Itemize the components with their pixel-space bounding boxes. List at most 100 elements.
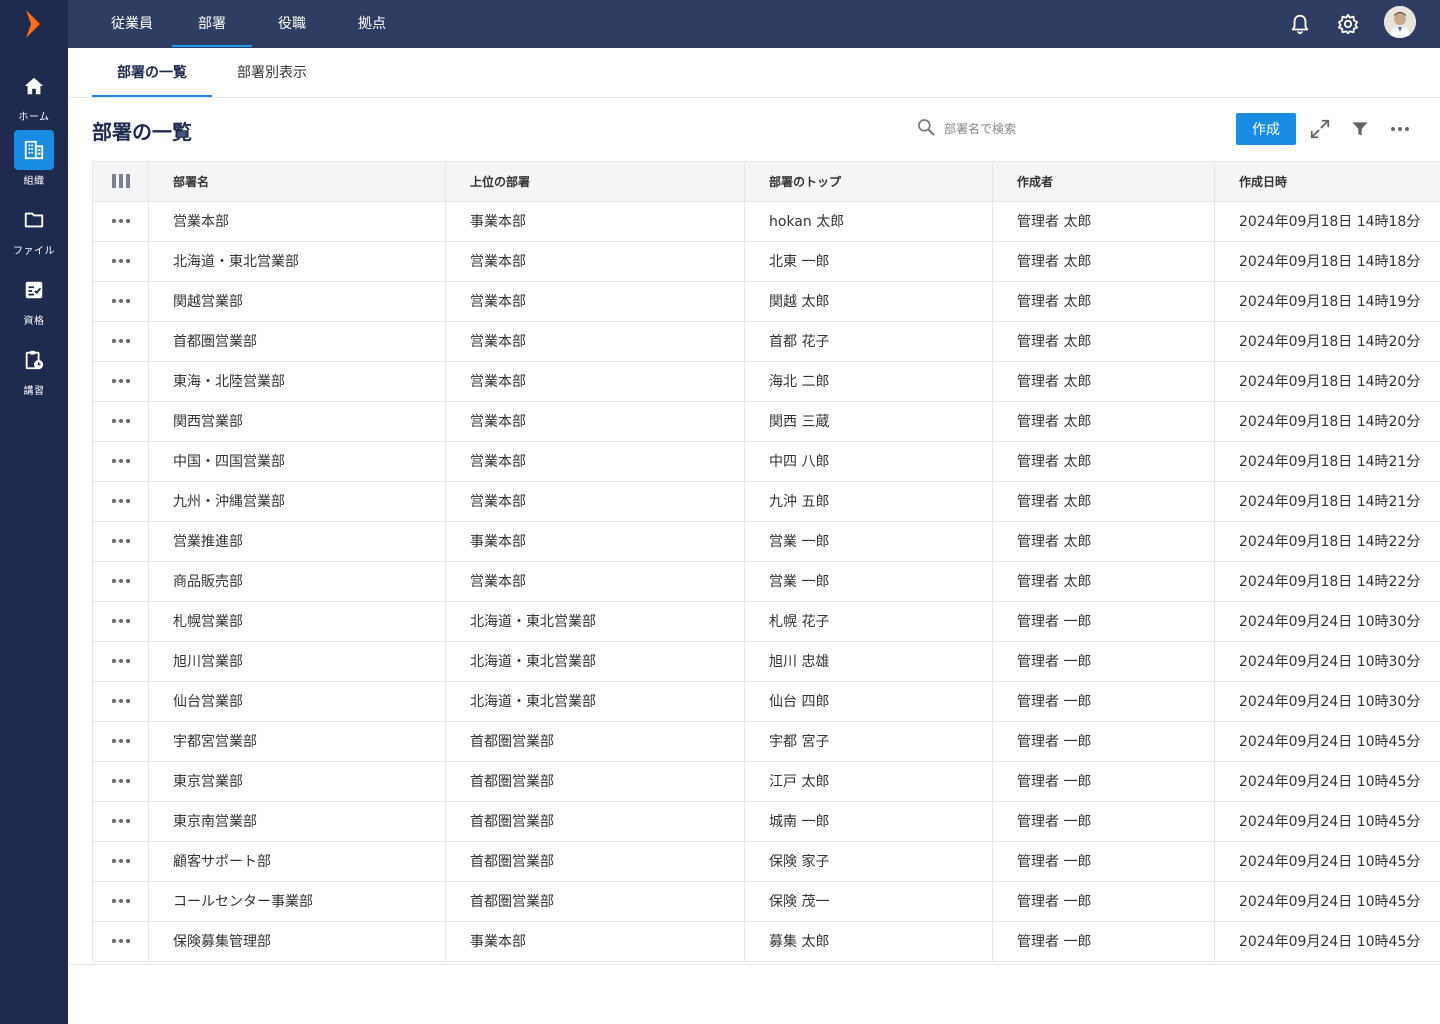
row-menu-icon[interactable] [92,201,149,242]
search-bar [916,116,1196,142]
row-menu-icon[interactable] [92,361,149,402]
department-head-cell: 関西 三蔵 [744,401,993,442]
row-menu-icon[interactable] [92,841,149,882]
row-menu-icon[interactable] [92,441,149,482]
parent-department-cell: 営業本部 [445,241,745,282]
sub-tabs: 部署の一覧 部署別表示 [68,48,1440,98]
created-at-cell: 2024年09月18日 14時21分 [1214,481,1440,522]
sidebar-item-files[interactable]: ファイル [0,200,68,260]
table-row[interactable]: 商品販売部 営業本部 営業 一郎 管理者 太郎 2024年09月18日 14時22分 [92,561,1440,602]
department-name-cell: 北海道・東北営業部 [148,241,446,282]
table-row[interactable]: 保険募集管理部 事業本部 募集 太郎 管理者 一郎 2024年09月24日 10時45分 [92,921,1440,962]
department-name-cell: 宇都宮営業部 [148,721,446,762]
top-navigation: 従業員 部署 役職 拠点 [68,0,1440,48]
creator-cell: 管理者 一郎 [992,681,1215,722]
row-menu-icon[interactable] [92,241,149,282]
table-row[interactable]: 首都圏営業部 営業本部 首都 花子 管理者 太郎 2024年09月18日 14時20分 [92,321,1440,362]
creator-cell: 管理者 太郎 [992,401,1215,442]
table-row[interactable]: 仙台営業部 北海道・東北営業部 仙台 四郎 管理者 一郎 2024年09月24日 10時… [92,681,1440,722]
created-at-cell: 2024年09月18日 14時18分 [1214,201,1440,242]
department-head-cell: 旭川 忠雄 [744,641,993,682]
search-input[interactable] [944,122,1184,136]
table-row[interactable]: 関西営業部 営業本部 関西 三蔵 管理者 太郎 2024年09月18日 14時20分 [92,401,1440,442]
column-header-creator[interactable]: 作成者 [992,162,1215,202]
department-name-cell: 保険募集管理部 [148,921,446,962]
column-header-head[interactable]: 部署のトップ [744,162,993,202]
row-menu-icon[interactable] [92,321,149,362]
bell-icon[interactable] [1288,12,1312,36]
page-title: 部署の一覧 [92,120,192,144]
sidebar-item-qualifications[interactable]: 資格 [0,270,68,330]
more-options-icon[interactable] [1388,117,1412,141]
table-row[interactable]: 旭川営業部 北海道・東北営業部 旭川 忠雄 管理者 一郎 2024年09月24日 10時… [92,641,1440,682]
creator-cell: 管理者 一郎 [992,841,1215,882]
table-row[interactable]: 中国・四国営業部 営業本部 中四 八郎 管理者 太郎 2024年09月18日 14時21… [92,441,1440,482]
tab-departments[interactable]: 部署 [172,0,252,48]
row-menu-icon[interactable] [92,921,149,962]
divider [68,964,1440,965]
row-menu-icon[interactable] [92,681,149,722]
row-menu-icon[interactable] [92,801,149,842]
filter-icon[interactable] [1348,117,1372,141]
logo-icon[interactable] [22,8,46,40]
row-menu-icon[interactable] [92,401,149,442]
row-menu-icon[interactable] [92,521,149,562]
row-menu-icon[interactable] [92,761,149,802]
row-menu-icon[interactable] [92,281,149,322]
table-row[interactable]: 宇都宮営業部 首都圏営業部 宇都 宮子 管理者 一郎 2024年09月24日 10時45… [92,721,1440,762]
table-row[interactable]: 東京南営業部 首都圏営業部 城南 一郎 管理者 一郎 2024年09月24日 10時45… [92,801,1440,842]
table-row[interactable]: 北海道・東北営業部 営業本部 北東 一郎 管理者 太郎 2024年09月18日 14時1… [92,241,1440,282]
department-name-cell: 九州・沖縄営業部 [148,481,446,522]
created-at-cell: 2024年09月18日 14時19分 [1214,281,1440,322]
row-menu-icon[interactable] [92,481,149,522]
department-head-cell: 営業 一郎 [744,561,993,602]
table-row[interactable]: 顧客サポート部 首都圏営業部 保険 家子 管理者 一郎 2024年09月24日 10時4… [92,841,1440,882]
expand-icon[interactable] [1308,117,1332,141]
sidebar-item-organization[interactable]: 組織 [0,130,68,190]
sidebar-item-home[interactable]: ホーム [0,66,68,126]
tab-locations[interactable]: 拠点 [344,0,400,48]
parent-department-cell: 営業本部 [445,321,745,362]
sidebar-item-training[interactable]: 講習 [0,340,68,400]
table-row[interactable]: 営業本部 事業本部 hokan 太郎 管理者 太郎 2024年09月18日 14時18分 [92,201,1440,242]
parent-department-cell: 営業本部 [445,441,745,482]
gear-icon[interactable] [1336,12,1360,36]
parent-department-cell: 北海道・東北営業部 [445,601,745,642]
row-menu-icon[interactable] [92,601,149,642]
parent-department-cell: 首都圏営業部 [445,721,745,762]
tab-positions[interactable]: 役職 [264,0,320,48]
created-at-cell: 2024年09月18日 14時18分 [1214,241,1440,282]
table-row[interactable]: 東海・北陸営業部 営業本部 海北 二郎 管理者 太郎 2024年09月18日 14時20… [92,361,1440,402]
department-name-cell: 営業推進部 [148,521,446,562]
table-row[interactable]: 九州・沖縄営業部 営業本部 九沖 五郎 管理者 太郎 2024年09月18日 14時21… [92,481,1440,522]
building-icon [14,130,54,170]
table-row[interactable]: 営業推進部 事業本部 営業 一郎 管理者 太郎 2024年09月18日 14時22分 [92,521,1440,562]
parent-department-cell: 営業本部 [445,361,745,402]
table-row[interactable]: コールセンター事業部 首都圏営業部 保険 茂一 管理者 一郎 2024年09月24日 1… [92,881,1440,922]
created-at-cell: 2024年09月18日 14時20分 [1214,361,1440,402]
parent-department-cell: 北海道・東北営業部 [445,641,745,682]
column-settings-icon[interactable] [92,162,149,202]
created-at-cell: 2024年09月24日 10時45分 [1214,721,1440,762]
create-button[interactable]: 作成 [1236,113,1296,145]
row-menu-icon[interactable] [92,641,149,682]
table-row[interactable]: 東京営業部 首都圏営業部 江戸 太郎 管理者 一郎 2024年09月24日 10時45分 [92,761,1440,802]
row-menu-icon[interactable] [92,561,149,602]
sidebar: ホーム 組織 ファイル 資格 講習 [0,0,68,1024]
column-header-name[interactable]: 部署名 [148,162,446,202]
department-head-cell: hokan 太郎 [744,201,993,242]
sidebar-item-label: 資格 [23,316,45,327]
table-row[interactable]: 札幌営業部 北海道・東北営業部 札幌 花子 管理者 一郎 2024年09月24日 10時… [92,601,1440,642]
column-header-created-at[interactable]: 作成日時 [1214,162,1440,202]
column-header-parent[interactable]: 上位の部署 [445,162,745,202]
row-menu-icon[interactable] [92,881,149,922]
created-at-cell: 2024年09月24日 10時45分 [1214,761,1440,802]
parent-department-cell: 首都圏営業部 [445,801,745,842]
table-row[interactable]: 関越営業部 営業本部 関越 太郎 管理者 太郎 2024年09月18日 14時19分 [92,281,1440,322]
avatar[interactable] [1384,6,1416,38]
tab-department-view[interactable]: 部署別表示 [212,48,332,97]
department-name-cell: 中国・四国営業部 [148,441,446,482]
tab-employees[interactable]: 従業員 [104,0,160,48]
row-menu-icon[interactable] [92,721,149,762]
tab-department-list[interactable]: 部署の一覧 [92,48,212,97]
